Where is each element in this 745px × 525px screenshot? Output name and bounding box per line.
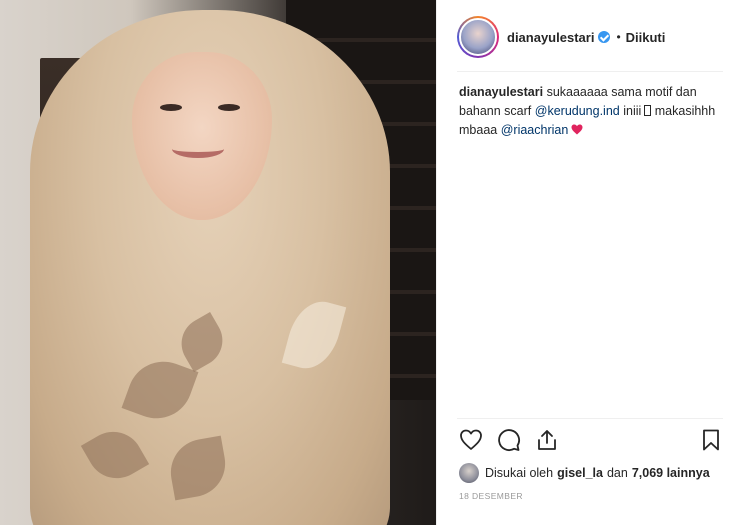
photo-eye-left — [160, 104, 182, 111]
header-divider — [457, 71, 723, 72]
liker-username[interactable]: gisel_la — [557, 466, 603, 480]
actions-divider — [457, 418, 723, 419]
post-caption: dianayulestari sukaaaaaa sama motif dan … — [459, 83, 721, 140]
photo-smile — [172, 140, 224, 158]
unsupported-emoji-icon — [644, 105, 652, 116]
mention-link-kerudung[interactable]: @kerudung.ind — [535, 104, 620, 118]
mention-link-riaachrian[interactable]: @riaachrian — [501, 123, 569, 137]
action-bar — [459, 428, 723, 458]
post-photo[interactable] — [0, 0, 436, 525]
likes-summary: Disukai oleh gisel_la dan 7,069 lainnya — [459, 462, 710, 484]
caption-text-2: iniii — [623, 104, 642, 118]
speech-bubble-icon[interactable] — [497, 428, 525, 456]
likes-connector: dan — [606, 466, 628, 480]
separator-dot: • — [616, 30, 621, 44]
red-heart-icon — [571, 124, 583, 135]
user-avatar[interactable] — [459, 18, 497, 56]
story-ring[interactable] — [457, 16, 499, 58]
follow-status-button[interactable]: Diikuti — [626, 30, 666, 45]
liker-avatar[interactable] — [459, 463, 479, 483]
post-details-panel: dianayulestari • Diikuti dianayulestari … — [436, 0, 745, 525]
share-upload-icon[interactable] — [535, 428, 563, 456]
photo-eye-right — [218, 104, 240, 111]
header-username[interactable]: dianayulestari — [507, 30, 594, 45]
post-header: dianayulestari • Diikuti — [457, 14, 723, 60]
post-date[interactable]: 18 DESEMBER — [459, 491, 523, 501]
heart-outline-icon[interactable] — [459, 428, 487, 456]
bookmark-icon[interactable] — [699, 428, 727, 456]
verified-badge-icon — [598, 31, 611, 43]
likes-count-link[interactable]: 7,069 lainnya — [632, 466, 710, 480]
likes-prefix: Disukai oleh — [485, 466, 554, 480]
caption-username[interactable]: dianayulestari — [459, 85, 543, 99]
